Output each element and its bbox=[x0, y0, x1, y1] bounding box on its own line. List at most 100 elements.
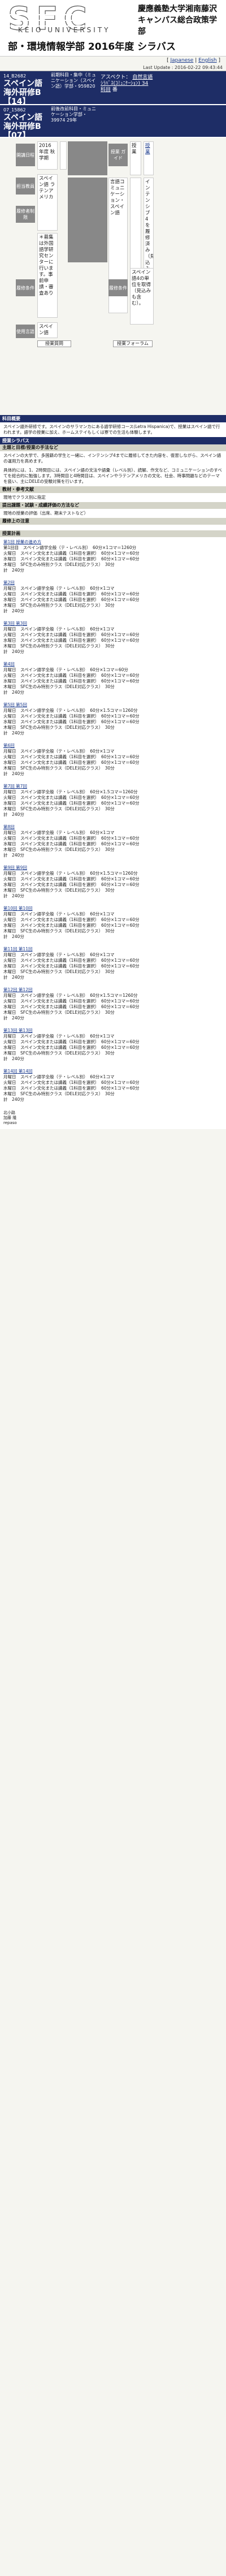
aspect-label: アスペクト： bbox=[101, 75, 131, 80]
lang-japanese-link[interactable]: Japanese bbox=[170, 58, 193, 63]
label-reg: 履修者制限 bbox=[16, 206, 35, 223]
session-line: 月曜日 スペイン語学全般（テ・レベル別） 60分×1コマ bbox=[3, 1074, 115, 1079]
session-line: 水曜日 スペイン文化または講義（1科目を選択） 60分×1コマ＝60分 bbox=[3, 556, 140, 561]
textbook-title: 教材・参考文献 bbox=[0, 486, 226, 493]
session-line: 計 240分 bbox=[3, 812, 24, 817]
schedule-gray bbox=[68, 141, 107, 175]
session-line: 火曜日 スペイン文化または講義（1科目を選択） 60分×1コマ＝60分 bbox=[3, 1080, 140, 1085]
guide-link[interactable]: 授業 bbox=[144, 141, 154, 175]
session-line: 木曜日 SFC生のみ特別クラス（DELE対応クラス） 30分 bbox=[3, 888, 115, 893]
session-line: 計 240分 bbox=[3, 568, 24, 573]
session-line: 月曜日 スペイン語学全般（テ・レベル別） 60分×1.5コマ＝1260分 bbox=[3, 871, 138, 876]
session-line: 計 240分 bbox=[3, 934, 24, 939]
session-title[interactable]: 第4回 bbox=[3, 662, 223, 667]
course-title: スペイン語海外研修B【14】 bbox=[3, 79, 43, 106]
session-line: 月曜日 スペイン語学全般（テ・レベル別） 60分×1コマ＝60分 bbox=[3, 667, 128, 672]
session-line: 火曜日 スペイン文化または講義（1科目を選択） 60分×1コマ＝60分 bbox=[3, 551, 140, 556]
course-card[interactable]: 07_15862 スペイン語海外研修B【07】 前後改前科目・ミュニケーション学… bbox=[0, 105, 226, 140]
session-line: 計 240分 bbox=[3, 1097, 24, 1102]
session-title[interactable]: 第7回 第7回 bbox=[3, 784, 223, 789]
session-line: 第1回目 スペイン語学全般（テ・レベル別） 60分×1コマ＝1260分 bbox=[3, 545, 137, 550]
session-item: 第4回 月曜日 スペイン語学全般（テ・レベル別） 60分×1コマ＝60分 火曜日 ス… bbox=[0, 659, 226, 700]
session-title[interactable]: 第11回 第11回 bbox=[3, 946, 223, 952]
section-syllabus-title: 授業シラバス bbox=[0, 437, 226, 444]
label-schedule: 開講日程 bbox=[16, 144, 35, 166]
session-item: 第7回 第7回 月曜日 スペイン語学全般（テ・レベル別） 60分×1.5コマ＝12… bbox=[0, 781, 226, 822]
session-line: 計 240分 bbox=[3, 690, 24, 695]
session-line: 計 240分 bbox=[3, 771, 24, 776]
overview-text: スペイン語外研修です。スペインのサラマンカにある語学研修コース(Letra Hi… bbox=[0, 422, 226, 437]
session-line: 火曜日 スペイン文化または講義（1科目を選択） 60分×1コマ＝60分 bbox=[3, 591, 140, 597]
example-text: 具体的には、1、2時間目には、スペイン語の文法や語彙（レベル別）、読解、作文など… bbox=[0, 466, 226, 486]
faculty-title: 部・環境情報学部 2016年度 シラバス bbox=[8, 41, 176, 53]
session-item: 第9回 第9回 月曜日 スペイン語学全般（テ・レベル別） 60分×1.5コマ＝12… bbox=[0, 863, 226, 904]
session-line: 木曜日 SFC生のみ特別クラス（DELE対応クラス） 30分 bbox=[3, 766, 115, 771]
course-card[interactable]: 14_B2682 スペイン語海外研修B【14】 前期科目・集中（ミュニケーション… bbox=[0, 71, 226, 106]
session-line: 木曜日 SFC生のみ特別クラス（DELE対応クラス） 30分 bbox=[3, 1091, 115, 1096]
session-title[interactable]: 第3回 第3回 bbox=[3, 621, 223, 626]
session-title[interactable]: 第14回 第14回 bbox=[3, 1069, 223, 1074]
session-line: 月曜日 スペイン語学全般（テ・レベル別） 60分×1.5コマ＝1260分 bbox=[3, 993, 138, 998]
session-title[interactable]: 第9回 第9回 bbox=[3, 865, 223, 871]
session-title[interactable]: 第1回 授業の進め方 bbox=[3, 539, 223, 545]
session-title[interactable]: 第6回 bbox=[3, 743, 223, 749]
tab-forum[interactable]: 授業フォーラム bbox=[113, 340, 153, 347]
session-line: 計 240分 bbox=[3, 608, 24, 613]
session-line: 水曜日 スペイン文化または講義（1科目を選択） 60分×1コマ＝60分 bbox=[3, 638, 140, 643]
university-name: KEIO UNIVERSITY bbox=[18, 26, 111, 34]
session-item: 第1回 授業の進め方 第1回目 スペイン語学全般（テ・レベル別） 60分×1コマ＝… bbox=[0, 537, 226, 578]
footer-line-3: repaso bbox=[3, 1121, 17, 1125]
session-line: 計 240分 bbox=[3, 731, 24, 736]
session-line: 木曜日 SFC生のみ特別クラス（DELE対応クラス） 30分 bbox=[3, 928, 115, 933]
session-item: 第14回 第14回 月曜日 スペイン語学全般（テ・レベル別） 60分×1コマ 火曜日… bbox=[0, 1066, 226, 1107]
schedule-aux bbox=[60, 141, 67, 170]
lang-value: スペイン語 bbox=[37, 322, 58, 338]
course-code: 07_15862 bbox=[3, 107, 26, 113]
session-line: 水曜日 スペイン文化または講義（1科目を選択） 60分×1コマ＝60分 bbox=[3, 882, 140, 887]
session-list: 第1回 授業の進め方 第1回目 スペイン語学全般（テ・レベル別） 60分×1コマ＝… bbox=[0, 537, 226, 1107]
session-title[interactable]: 第5回 第5回 bbox=[3, 702, 223, 708]
session-title[interactable]: 第8回 bbox=[3, 824, 223, 830]
session-line: 火曜日 スペイン文化または講義（1科目を選択） 60分×1コマ＝60分 bbox=[3, 836, 140, 841]
session-line: 月曜日 スペイン語学全般（テ・レベル別） 60分×1コマ bbox=[3, 911, 115, 917]
course-info: 前後改前科目・ミュニケーション学部・39974 29年 bbox=[51, 106, 96, 123]
last-update: Last Update : 2016-02-22 09:43:44 bbox=[0, 64, 226, 71]
session-line: 計 240分 bbox=[3, 1056, 24, 1061]
footer-line-1: 北小路 bbox=[3, 1110, 15, 1115]
session-line: 水曜日 スペイン文化または講義（1科目を選択） 60分×1コマ＝60分 bbox=[3, 841, 140, 846]
session-line: 木曜日 SFC生のみ特別クラス（DELE対応クラス） 30分 bbox=[3, 684, 115, 689]
schedule-value: 2016年度 秋学期 bbox=[37, 141, 58, 170]
session-line: 計 240分 bbox=[3, 893, 24, 898]
session-line: 火曜日 スペイン文化または講義（1科目を選択） 60分×1コマ＝60分 bbox=[3, 714, 140, 719]
session-title[interactable]: 第2回 bbox=[3, 580, 223, 586]
session-line: 計 240分 bbox=[3, 649, 24, 654]
session-line: 月曜日 スペイン語学全般（テ・レベル別） 60分×1コマ bbox=[3, 626, 115, 632]
aspect-tail: 番 bbox=[112, 87, 118, 93]
plan-title: 授業計画 bbox=[0, 530, 226, 537]
label-guide: 授業 ガイド bbox=[108, 144, 128, 166]
session-line: 月曜日 スペイン語学全般（テ・レベル別） 60分×1コマ bbox=[3, 749, 115, 754]
session-item: 第2回 月曜日 スペイン語学全般（テ・レベル別） 60分×1コマ 火曜日 スペイン文… bbox=[0, 578, 226, 619]
course-cards: 14_B2682 スペイン語海外研修B【14】 前期科目・集中（ミュニケーション… bbox=[0, 71, 226, 140]
session-line: 計 240分 bbox=[3, 853, 24, 858]
session-line: 月曜日 スペイン語学全般（テ・レベル別） 60分×1.5コマ＝1260分 bbox=[3, 708, 138, 713]
session-title[interactable]: 第12回 第12回 bbox=[3, 987, 223, 993]
session-line: 木曜日 SFC生のみ特別クラス（DELE対応クラス） 30分 bbox=[3, 643, 115, 649]
session-item: 第6回 月曜日 スペイン語学全般（テ・レベル別） 60分×1コマ 火曜日 スペイン文… bbox=[0, 741, 226, 781]
section-overview-title: 科目概要 bbox=[0, 415, 226, 422]
tab-questions[interactable]: 授業質問 bbox=[37, 340, 71, 347]
session-line: 計 240分 bbox=[3, 975, 24, 980]
session-item: 第5回 第5回 月曜日 スペイン語学全般（テ・レベル別） 60分×1.5コマ＝12… bbox=[0, 700, 226, 741]
session-title[interactable]: 第13回 第13回 bbox=[3, 1028, 223, 1034]
session-item: 第12回 第12回 月曜日 スペイン語学全般（テ・レベル別） 60分×1.5コマ＝… bbox=[0, 985, 226, 1026]
session-line: 火曜日 スペイン文化または講義（1科目を選択） 60分×1コマ＝60分 bbox=[3, 917, 140, 922]
lang-english-link[interactable]: English bbox=[198, 58, 217, 63]
session-item: 第10回 第10回 月曜日 スペイン語学全般（テ・レベル別） 60分×1コマ 火曜日… bbox=[0, 904, 226, 944]
course-aspect: アスペクト： 自然言語 ｼﾗﾊﾞｽ(ｺﾐｭﾆｹｰｼｮﾝ) 34 科目 番 bbox=[101, 75, 155, 93]
session-line: 木曜日 SFC生のみ特別クラス（DELE対応クラス） 30分 bbox=[3, 806, 115, 811]
page-footer: 北小路 加藤 隆 repaso bbox=[0, 1107, 226, 1129]
session-line: 月曜日 スペイン語学全般（テ・レベル別） 60分×1コマ bbox=[3, 952, 115, 957]
session-item: 第11回 第11回 月曜日 スペイン語学全般（テ・レベル別） 60分×1コマ 火曜日… bbox=[0, 944, 226, 985]
session-title[interactable]: 第10回 第10回 bbox=[3, 906, 223, 911]
session-line: 水曜日 スペイン文化または講義（1科目を選択） 60分×1コマ＝60分 bbox=[3, 678, 140, 684]
